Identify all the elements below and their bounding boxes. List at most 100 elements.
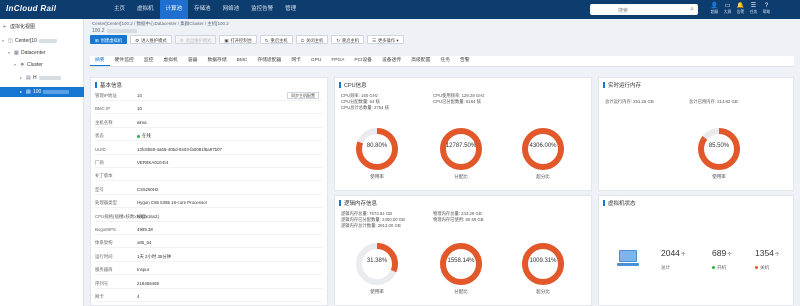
nav-compute-pool[interactable]: 计算池 xyxy=(159,0,189,19)
user-button[interactable]: 👤 超级 xyxy=(708,2,721,15)
restart-icon: ↻ xyxy=(264,38,269,43)
nav-network-pool[interactable]: 网络池 xyxy=(217,0,246,19)
info-value: Hygon C86 5385 16-core Processor xyxy=(137,200,208,206)
info-row: 网卡 4 xyxy=(95,292,323,302)
info-key: 补丁版本 xyxy=(95,173,113,179)
gauge-ring xyxy=(522,128,564,170)
vm-stopped-count: 1354个 xyxy=(755,248,780,258)
tab-datastores[interactable]: 数据存储 xyxy=(202,56,231,66)
center-icon: ◫ xyxy=(8,38,13,44)
info-value: x86_64 xyxy=(137,240,152,246)
exit-maintenance-button[interactable]: ⚙ 退出维护模式 xyxy=(174,35,217,44)
info-key: UUID xyxy=(95,146,106,152)
restart-icon: ↻ xyxy=(336,38,340,43)
info-value: 12fc8b59-4a65-405d-9403-fa0081f6a97b07 xyxy=(137,146,222,152)
nav-home[interactable]: 主页 xyxy=(108,0,131,19)
tab-hardware-monitor[interactable]: 硬件监控 xyxy=(110,56,139,66)
shutdown-host-button[interactable]: ⏻ 关闭主机 xyxy=(295,35,329,44)
info-row: 运行时间 1天 2小时 35分钟 xyxy=(95,252,323,262)
tree-item-host[interactable]: ▸ ▤ H xyxy=(0,73,84,83)
cpu-usage-gauge: 80.80% 使用率 xyxy=(356,128,398,179)
tab-advanced[interactable]: 高级配置 xyxy=(406,56,435,66)
info-key: 运行时间 xyxy=(95,253,113,259)
bell-icon: 🔔 xyxy=(736,3,745,9)
tab-containers[interactable]: 容器 xyxy=(183,56,203,66)
status-dot xyxy=(137,134,140,138)
tab-gpu[interactable]: GPU xyxy=(306,56,326,66)
tab-monitor[interactable]: 监控 xyxy=(139,56,159,66)
info-row: CPU规格(插槽x核数x线程) 64(2x16x2) xyxy=(95,212,323,222)
nav-vm[interactable]: 虚拟机 xyxy=(131,0,160,19)
sync-host-config-button[interactable]: 同步主机配置 xyxy=(287,92,319,99)
vm-status-panel: 虚拟机状态 2044个 总计 689个 开机 1354个 关机 xyxy=(598,195,794,306)
restart-host-button[interactable]: ↻ 重启主机 xyxy=(259,35,293,44)
gauge-ring xyxy=(698,128,740,170)
enter-maintenance-button[interactable]: ⚙ 进入维护模式 xyxy=(130,35,172,44)
nav-monitor[interactable]: 监控告警 xyxy=(245,0,279,19)
global-search-input[interactable]: 搜索 ⌕ xyxy=(590,4,698,15)
console-icon: ▣ xyxy=(224,38,229,43)
app-logo: InCloud Rail xyxy=(6,4,57,13)
host-icon: ▤ xyxy=(26,89,31,95)
info-value: 4 xyxy=(137,294,140,299)
help-button[interactable]: ? 帮助 xyxy=(760,2,773,15)
info-row: 体系架构 x86_64 xyxy=(95,238,323,249)
memory-info-panel: 逻辑内存信息 逻辑内存总量: 7673.84 GB 逻辑内存已分配数量: 240… xyxy=(334,195,592,306)
create-vm-button[interactable]: ⊞ 创建虚拟机 xyxy=(90,35,128,44)
tab-passthrough[interactable]: 设备透传 xyxy=(377,56,406,66)
info-key: BMC IP xyxy=(95,106,111,112)
vm-running-count: 689个 xyxy=(712,248,732,258)
wrench-icon: ⚙ xyxy=(179,38,184,43)
info-value: 64(2x16x2) xyxy=(137,213,159,219)
power-icon: ⏻ xyxy=(300,38,305,43)
gauge-ring xyxy=(356,243,398,285)
vm-illustration-icon xyxy=(617,250,641,268)
search-icon[interactable]: ⌕ xyxy=(690,6,694,14)
info-row: BMC IP 10 xyxy=(95,104,323,115)
info-key: 网卡 xyxy=(95,294,104,299)
reboot-host-button[interactable]: ↻ 重启主机 xyxy=(331,35,365,44)
tab-summary[interactable]: 摘要 xyxy=(90,56,110,66)
more-icon: ☰ xyxy=(372,38,376,43)
gauge-fill xyxy=(522,243,564,285)
tab-fpga[interactable]: FPGA xyxy=(326,56,349,66)
breadcrumb[interactable]: Center[Center[100.2 / 数据中心Datacenter / 集… xyxy=(92,21,229,27)
info-value: 218456469 xyxy=(137,280,159,286)
nav-storage-pool[interactable]: 存储池 xyxy=(188,0,217,19)
tab-vms[interactable]: 虚拟机 xyxy=(158,56,182,66)
main-content: Center[Center[100.2 / 数据中心Datacenter / 集… xyxy=(84,19,800,306)
tree-item-datacenter[interactable]: ▾ ▦ Datacenter xyxy=(0,48,84,58)
cpu-total: CPU总计总数量: 2754 核 xyxy=(341,105,389,110)
panel-title: 虚拟机状态 xyxy=(603,199,636,207)
mem-overcommit-gauge: 1009.31% 超分比 xyxy=(522,243,564,294)
tree-item-view[interactable]: ⇤ 虚拟化视图 xyxy=(0,22,84,32)
task-icon: ☰ xyxy=(750,3,757,9)
cluster-icon: ❖ xyxy=(20,62,25,68)
tree-item-host-selected[interactable]: ▸ ▤ 100 xyxy=(0,87,84,97)
tab-bmc[interactable]: BMC xyxy=(232,56,253,66)
action-toolbar: ⊞ 创建虚拟机 ⚙ 进入维护模式 ⚙ 退出维护模式 ▣ 打开控制台 ↻ 重启主机 ⏻ 关闭主… xyxy=(90,35,404,44)
info-value: 10 xyxy=(137,93,142,98)
alarm-button[interactable]: 🔔 告警 xyxy=(734,2,747,15)
tree-item-cluster[interactable]: ▾ ❖ Cluster xyxy=(0,60,84,70)
info-key: 处理器类型 xyxy=(95,200,117,206)
nav-admin[interactable]: 管理 xyxy=(279,0,302,19)
info-key: 序列号 xyxy=(95,280,109,286)
tab-nics[interactable]: 网卡 xyxy=(286,56,306,66)
main-nav: 主页 虚拟机 计算池 存储池 网络池 监控告警 管理 xyxy=(108,0,302,19)
top-nav-bar: InCloud Rail 主页 虚拟机 计算池 存储池 网络池 监控告警 管理 … xyxy=(0,0,800,19)
info-value: 4999.38 xyxy=(137,227,153,232)
bigscreen-button[interactable]: ▭ 大屏 xyxy=(721,2,734,15)
runtime-usage-gauge: 85.50% 使用率 xyxy=(698,128,740,179)
tab-alarms[interactable]: 告警 xyxy=(455,56,475,66)
gauge-fill xyxy=(440,243,482,285)
more-actions-button[interactable]: ☰ 更多操作 ▾ xyxy=(367,35,404,44)
open-console-button[interactable]: ▣ 打开控制台 xyxy=(219,35,257,44)
task-button[interactable]: ☰ 任务 xyxy=(747,2,760,15)
tab-pci[interactable]: PCI设备 xyxy=(349,56,377,66)
tree-item-center[interactable]: ▾ ◫ Center[10 xyxy=(0,36,84,46)
info-key: 主机名称 xyxy=(95,119,113,125)
tab-tasks[interactable]: 任务 xyxy=(435,56,455,66)
tab-storage-adapters[interactable]: 存储适配器 xyxy=(252,56,286,66)
gauge-ring xyxy=(522,243,564,285)
